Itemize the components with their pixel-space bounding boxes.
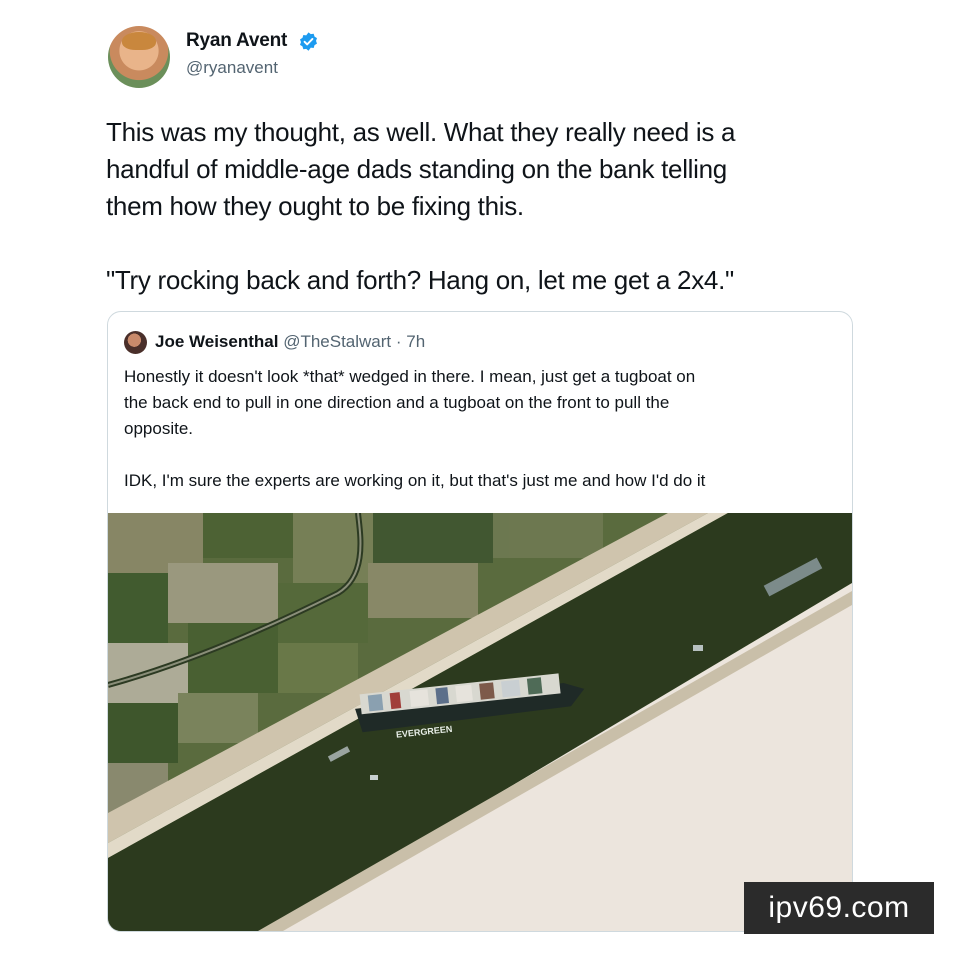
watermark: ipv69.com [744,882,934,934]
quoted-tweet-card[interactable]: Joe Weisenthal @TheStalwart · 7h Honestl… [107,311,853,932]
author-avatar[interactable] [108,26,170,88]
avatar-hair [122,32,156,50]
satellite-image[interactable]: EVERGREEN [108,513,852,931]
verified-badge-icon [300,32,317,51]
author-handle[interactable]: @ryanavent [186,58,278,78]
tweet-text: This was my thought, as well. What they … [106,117,736,295]
quoted-author-avatar[interactable] [124,331,147,354]
quoted-tweet-text: Honestly it doesn't look *that* wedged i… [124,367,706,490]
quoted-author-name[interactable]: Joe Weisenthal [155,332,278,351]
quoted-tweet-header: Joe Weisenthal @TheStalwart · 7h [155,332,425,352]
quoted-handle-time[interactable]: @TheStalwart · 7h [283,332,425,351]
author-name[interactable]: Ryan Avent [186,30,287,52]
